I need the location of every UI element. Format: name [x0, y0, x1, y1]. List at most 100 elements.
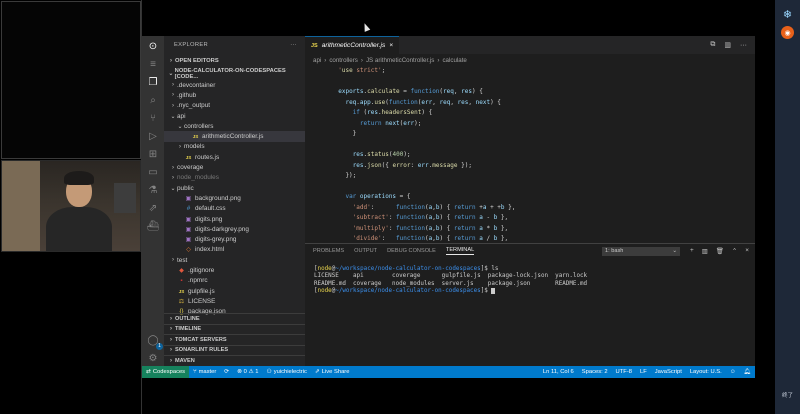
- webcam-feed: [1, 160, 141, 252]
- sidebar-section-timeline[interactable]: › TIMELINE: [164, 323, 305, 335]
- tree-item[interactable]: JS gulpfile.js: [164, 286, 305, 296]
- code-text: });: [331, 172, 357, 179]
- line-number: [305, 213, 331, 224]
- tab-output[interactable]: OUTPUT: [354, 248, 377, 254]
- sidebar-section-maven[interactable]: › MAVEN: [164, 355, 305, 366]
- tree-item[interactable]: # default.css: [164, 204, 305, 214]
- tree-item[interactable]: ▣ digits-darkgrey.png: [164, 224, 305, 234]
- snowflake-icon[interactable]: ❄: [781, 8, 794, 21]
- chevron-right-icon: ›: [179, 143, 181, 150]
- end-label[interactable]: 终了: [778, 391, 797, 399]
- source-control-icon[interactable]: ⑂: [146, 112, 160, 126]
- split-editor-icon[interactable]: ▥: [724, 41, 731, 49]
- extensions-icon[interactable]: ⊞: [146, 148, 160, 162]
- tree-item-label: controllers: [184, 122, 214, 130]
- compare-icon[interactable]: ⧉: [710, 41, 715, 49]
- code-line: });: [305, 171, 755, 182]
- tree-item-label: index.html: [195, 246, 225, 254]
- settings-gear-icon[interactable]: ⚙: [146, 352, 160, 366]
- tab-debug-console[interactable]: DEBUG CONSOLE: [387, 248, 436, 254]
- indentation[interactable]: Spaces: 2: [578, 369, 612, 375]
- js-file-icon: JS: [311, 42, 318, 49]
- feedback-icon[interactable]: ☺: [726, 369, 740, 375]
- close-icon[interactable]: ×: [389, 42, 393, 49]
- remote-explorer-icon[interactable]: ▭: [146, 166, 160, 180]
- sync-icon[interactable]: ⟳: [220, 369, 233, 375]
- tree-item[interactable]: ⚖ LICENSE: [164, 296, 305, 306]
- code-text: res.status(400);: [352, 151, 411, 158]
- close-icon[interactable]: ×: [745, 247, 749, 255]
- status-bar: ⇄ Codespaces ⑂ master ⟳ ⊗ 0 ⚠ 1 ⚇ yuichiel…: [142, 366, 755, 378]
- code-line: 'multiply': function(a,b) { return a * b…: [305, 224, 755, 235]
- end-of-line[interactable]: LF: [636, 369, 651, 375]
- tree-item[interactable]: JS routes.js: [164, 152, 305, 162]
- tree-item[interactable]: ⌄ controllers: [164, 121, 305, 131]
- broadcast-icon[interactable]: ◉: [781, 26, 794, 39]
- workspace-root[interactable]: ⌄ NODE-CALCULATOR-ON-CODESPACES [CODE...: [164, 67, 305, 80]
- tab-arithmetic-controller[interactable]: JS arithmeticController.js ×: [305, 36, 400, 54]
- menu-icon[interactable]: ≡: [146, 58, 160, 72]
- live-share-button[interactable]: ⇗ Live Share: [311, 369, 354, 375]
- run-debug-icon[interactable]: ▷: [146, 130, 160, 144]
- live-share-icon[interactable]: ⇗: [146, 202, 160, 216]
- cursor-position[interactable]: Ln 11, Col 6: [539, 369, 578, 375]
- tree-item[interactable]: › .github: [164, 90, 305, 100]
- chevron-up-icon[interactable]: ⌃: [732, 247, 737, 255]
- tree-item[interactable]: › models: [164, 142, 305, 152]
- tree-item[interactable]: › .devcontainer: [164, 80, 305, 90]
- tree-item[interactable]: ▣ digits-grey.png: [164, 234, 305, 244]
- keyboard-layout[interactable]: Layout: U.S.: [686, 369, 726, 375]
- sidebar-section-sonarlint-rules[interactable]: › SONARLINT RULES: [164, 344, 305, 356]
- more-actions-icon[interactable]: ···: [740, 42, 747, 49]
- search-icon[interactable]: ⌕: [146, 94, 160, 108]
- tree-item[interactable]: › .nyc_output: [164, 101, 305, 111]
- testing-icon[interactable]: ⚗: [146, 184, 160, 198]
- chevron-right-icon: ›: [170, 57, 172, 64]
- line-number: [305, 119, 331, 130]
- encoding[interactable]: UTF-8: [612, 369, 636, 375]
- problems-indicator[interactable]: ⊗ 0 ⚠ 1: [233, 369, 262, 375]
- tree-item[interactable]: ▣ digits.png: [164, 214, 305, 224]
- accounts-icon[interactable]: ◯: [146, 334, 163, 350]
- branch-indicator[interactable]: ⑂ master: [189, 369, 220, 375]
- more-actions-icon[interactable]: ···: [290, 42, 297, 48]
- vscode-window: ⊙ ≡ ❐ ⌕ ⑂ ▷ ⊞ ▭ ⚗ ⇗ ⛴ ◯ ⚙ EXPLORER ··· ›…: [142, 36, 755, 378]
- docker-icon[interactable]: ⛴: [146, 220, 160, 234]
- sidebar-section-outline[interactable]: › OUTLINE: [164, 313, 305, 324]
- terminal[interactable]: [node@~/workspace/node-calculator-on-cod…: [305, 258, 755, 296]
- open-editors-section[interactable]: › OPEN EDITORS: [164, 54, 305, 67]
- tab-problems[interactable]: PROBLEMS: [313, 248, 344, 254]
- code-text: req.app.use(function(err, req, res, next…: [345, 98, 501, 106]
- github-icon[interactable]: ⊙: [146, 40, 160, 54]
- tree-item[interactable]: › node_modules: [164, 173, 305, 183]
- code-line: [305, 77, 755, 88]
- chevron-down-icon: ⌄: [177, 123, 183, 130]
- sidebar-section-tomcat-servers[interactable]: › TOMCAT SERVERS: [164, 334, 305, 345]
- tree-item[interactable]: › coverage: [164, 162, 305, 172]
- remote-indicator[interactable]: ⇄ Codespaces: [142, 366, 190, 378]
- tree-item-label: digits.png: [195, 215, 223, 223]
- tree-item-label: gulpfile.js: [188, 287, 215, 295]
- file-icon: ◇: [186, 247, 191, 254]
- tree-item[interactable]: ▪ .npmrc: [164, 276, 305, 286]
- chevron-right-icon: ›: [170, 357, 172, 364]
- terminal-select[interactable]: 1: bash ⌄: [602, 246, 680, 256]
- trash-icon[interactable]: 🗑︎: [716, 247, 724, 255]
- tree-item[interactable]: ▣ background.png: [164, 193, 305, 203]
- bell-icon[interactable]: 🔔︎: [740, 369, 755, 375]
- tree-item[interactable]: › test: [164, 255, 305, 265]
- explorer-icon[interactable]: ❐: [146, 76, 160, 90]
- tree-item[interactable]: JS arithmeticController.js: [164, 131, 305, 142]
- plus-icon[interactable]: +: [690, 247, 694, 255]
- tree-item[interactable]: ◆ .gitignore: [164, 265, 305, 275]
- language-mode[interactable]: JavaScript: [651, 369, 686, 375]
- code-text: var operations = {: [345, 193, 411, 200]
- tab-terminal[interactable]: TERMINAL: [445, 247, 475, 255]
- tree-item[interactable]: ◇ index.html: [164, 245, 305, 255]
- user-indicator[interactable]: ⚇ yuichielectric: [263, 369, 311, 375]
- tree-item[interactable]: ⌄ api: [164, 111, 305, 121]
- file-icon: ▣: [185, 195, 192, 202]
- code-line: req.app.use(function(err, req, res, next…: [305, 98, 755, 109]
- split-terminal-icon[interactable]: ▥: [702, 247, 708, 255]
- tree-item[interactable]: ⌄ public: [164, 183, 305, 193]
